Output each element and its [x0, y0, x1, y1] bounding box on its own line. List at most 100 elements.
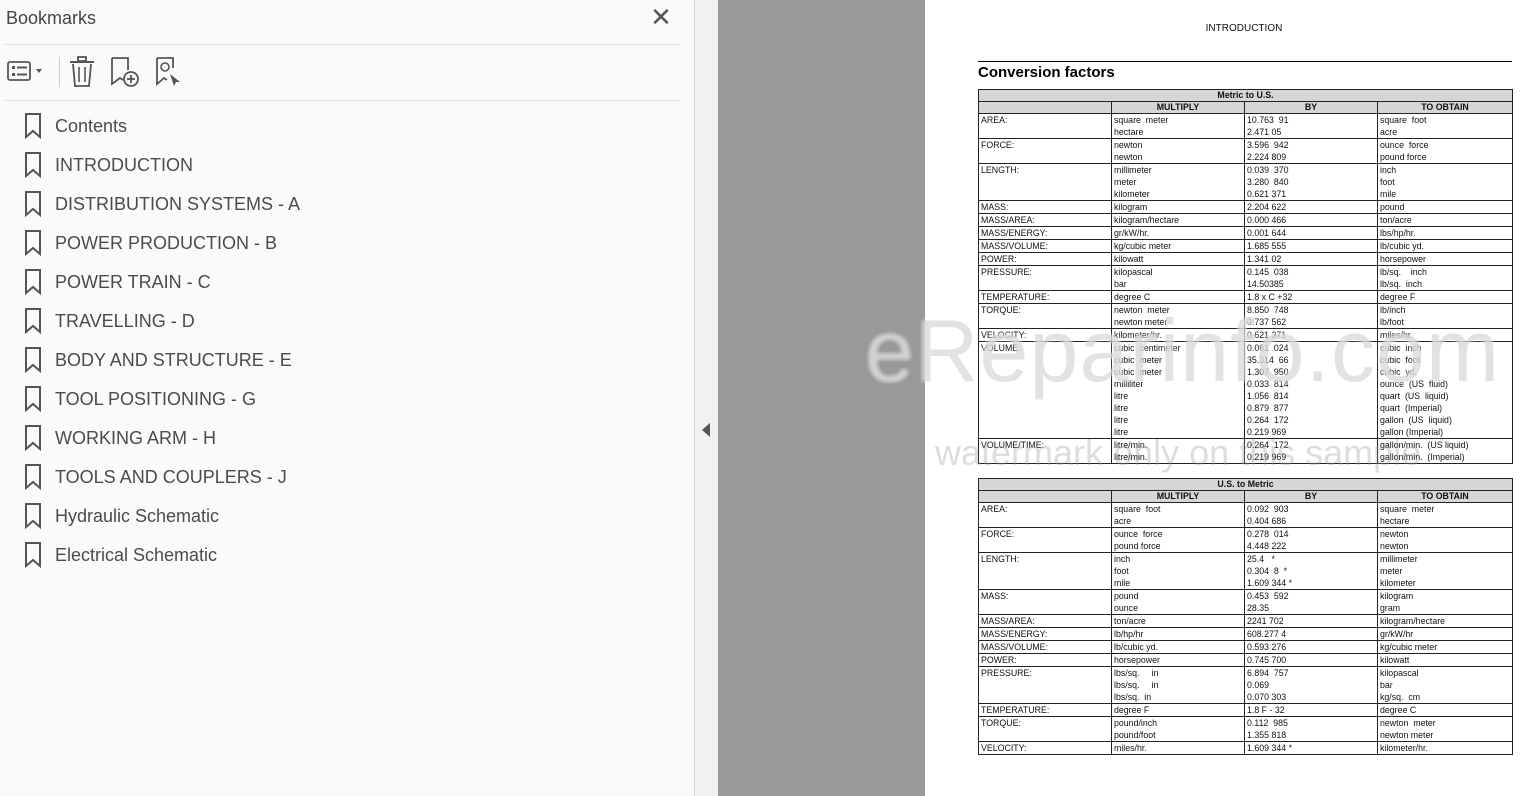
value-line: 0.061 024 [1247, 343, 1289, 353]
table-row: TEMPERATURE: degree F 1.8 F - 32 degree C [978, 703, 1514, 717]
value-cell: 0.112 985 1.355 818 [1244, 716, 1378, 742]
divider [5, 44, 679, 45]
find-bookmark-button[interactable] [154, 55, 184, 89]
value-cell: degree F [1111, 703, 1245, 717]
table-title: U.S. to Metric [977, 478, 1514, 491]
conversion-table-metric-to-us: Metric to U.S. MULTIPLY BY TO OBTAIN AREA: sq… [977, 89, 1514, 464]
quantity-cell: VOLUME: [978, 341, 1112, 439]
bookmark-item[interactable]: POWER PRODUCTION - B [24, 229, 277, 257]
value-cell: kilopascal bar [1111, 265, 1245, 291]
value-cell: miles/hr. [1376, 328, 1514, 342]
value-line: milliliter [1114, 379, 1144, 389]
value-cell: 0.264 172 0.219 969 [1244, 438, 1378, 464]
value-cell: ounce force pound force [1376, 138, 1514, 164]
value-line: kilometer/hr. [1380, 743, 1428, 753]
bookmark-item[interactable]: BODY AND STRUCTURE - E [24, 346, 292, 374]
quantity-cell: MASS: [978, 589, 1112, 615]
value-cell: 10.763 91 2.471 05 [1244, 113, 1378, 139]
table-row: AREA: square meter hectare 10.763 91 2.471 0… [978, 113, 1514, 139]
value-cell: 1.8 F - 32 [1244, 703, 1378, 717]
value-cell: 2.204 622 [1244, 200, 1378, 214]
value-line: 28.35 [1247, 603, 1270, 613]
bookmark-label: POWER PRODUCTION - B [55, 232, 278, 253]
value-line: lb/sq. inch [1380, 267, 1427, 277]
value-line: 0.453 592 [1247, 591, 1289, 601]
value-cell: lb/hp/hr [1111, 627, 1245, 641]
quantity-label: LENGTH: [981, 554, 1020, 564]
value-line: 1.8 x C +32 [1247, 292, 1293, 302]
bookmark-item[interactable]: TRAVELLING - D [24, 307, 195, 335]
close-panel-button[interactable]: ✕ [648, 4, 674, 30]
value-line: acre [1380, 127, 1398, 137]
quantity-cell: FORCE: [978, 138, 1112, 164]
value-line: lbs/hp/hr. [1380, 228, 1416, 238]
quantity-cell: AREA: [978, 502, 1112, 528]
bookmark-item[interactable]: TOOL POSITIONING - G [24, 385, 256, 413]
bookmark-icon [25, 464, 41, 490]
quantity-cell: TORQUE: [978, 716, 1112, 742]
value-cell: 0.621 371 [1244, 328, 1378, 342]
collapse-panel-arrow-icon[interactable] [702, 423, 710, 437]
table-row: AREA: square foot acre 0.092 903 0.404 686 sq… [978, 502, 1514, 528]
value-line: inch [1380, 165, 1397, 175]
value-cell: 0.745 700 [1244, 653, 1378, 667]
value-line: 0.001 644 [1247, 228, 1287, 238]
bookmark-icon [25, 425, 41, 451]
bookmark-item[interactable]: Electrical Schematic [24, 541, 217, 569]
value-line: 0.264 172 [1247, 415, 1289, 425]
value-cell: lb/cubic yd. [1376, 239, 1514, 253]
bookmark-item[interactable]: TOOLS AND COUPLERS - J [24, 463, 287, 491]
value-line: litre/min. [1114, 440, 1148, 450]
bookmark-label: POWER TRAIN - C [55, 271, 211, 292]
new-bookmark-button[interactable] [109, 55, 141, 89]
value-line: lbs/sq. in [1114, 668, 1159, 678]
page-heading: Conversion factors [978, 64, 1115, 81]
quantity-cell: PRESSURE: [978, 265, 1112, 291]
value-cell: 0.061 024 35.314 66 1.307 950 0.033 814 1.05… [1244, 341, 1378, 439]
bookmark-label: TOOLS AND COUPLERS - J [55, 466, 287, 487]
value-line: 8.850 748 [1247, 305, 1289, 315]
value-line: 0.264 172 [1247, 440, 1289, 450]
table-row: MASS: kilogram 2.204 622 pound [978, 200, 1514, 214]
value-line: pound/inch [1114, 718, 1158, 728]
value-cell: kilopascal bar kg/sq. cm [1376, 666, 1514, 704]
table-header-row: MULTIPLY BY TO OBTAIN [978, 101, 1514, 114]
bookmark-label: INTRODUCTION [55, 154, 193, 175]
value-line: cubic yd. [1380, 367, 1418, 377]
value-line: kilogram [1380, 591, 1414, 601]
panel-splitter[interactable] [695, 0, 718, 796]
bookmark-item[interactable]: Contents [24, 112, 127, 140]
list-options-icon [7, 61, 42, 81]
delete-bookmark-button[interactable] [68, 55, 96, 89]
quantity-cell: TEMPERATURE: [978, 290, 1112, 304]
value-line: 2.224 809 [1247, 152, 1287, 162]
value-cell: 0.001 644 [1244, 226, 1378, 240]
value-line: square foot [1380, 115, 1427, 125]
value-cell: cubic inch cubic foot cubic yd. ounce (US f… [1376, 341, 1514, 439]
quantity-label: LENGTH: [981, 165, 1020, 175]
value-line: newton meter [1380, 718, 1436, 728]
bookmark-icon [25, 308, 41, 334]
value-cell: litre/min. litre/min. [1111, 438, 1245, 464]
bookmark-label: DISTRIBUTION SYSTEMS - A [55, 193, 301, 214]
value-line: lb/cubic yd. [1114, 642, 1159, 652]
bookmark-item[interactable]: INTRODUCTION [24, 151, 193, 179]
bookmark-label: Electrical Schematic [55, 544, 218, 565]
value-line: 2.204 622 [1247, 202, 1287, 212]
value-line: bar [1114, 279, 1127, 289]
bookmark-item[interactable]: POWER TRAIN - C [24, 268, 211, 296]
bookmark-item[interactable]: DISTRIBUTION SYSTEMS - A [24, 190, 300, 218]
value-line: 1.355 818 [1247, 730, 1287, 740]
value-line: kilometer [1114, 189, 1150, 199]
value-line: lbs/sq. in [1114, 680, 1159, 690]
bookmark-item[interactable]: Hydraulic Schematic [24, 502, 219, 530]
value-cell: ton/acre [1376, 213, 1514, 227]
value-line: 608.277 4 [1247, 629, 1287, 639]
bookmark-label: TRAVELLING - D [55, 310, 195, 331]
value-line: degree C [1380, 705, 1417, 715]
value-cell: degree F [1376, 290, 1514, 304]
bookmark-item[interactable]: WORKING ARM - H [24, 424, 216, 452]
quantity-cell: TEMPERATURE: [978, 703, 1112, 717]
options-menu-button[interactable] [6, 55, 46, 89]
value-cell: 8.850 748 0.737 562 [1244, 303, 1378, 329]
